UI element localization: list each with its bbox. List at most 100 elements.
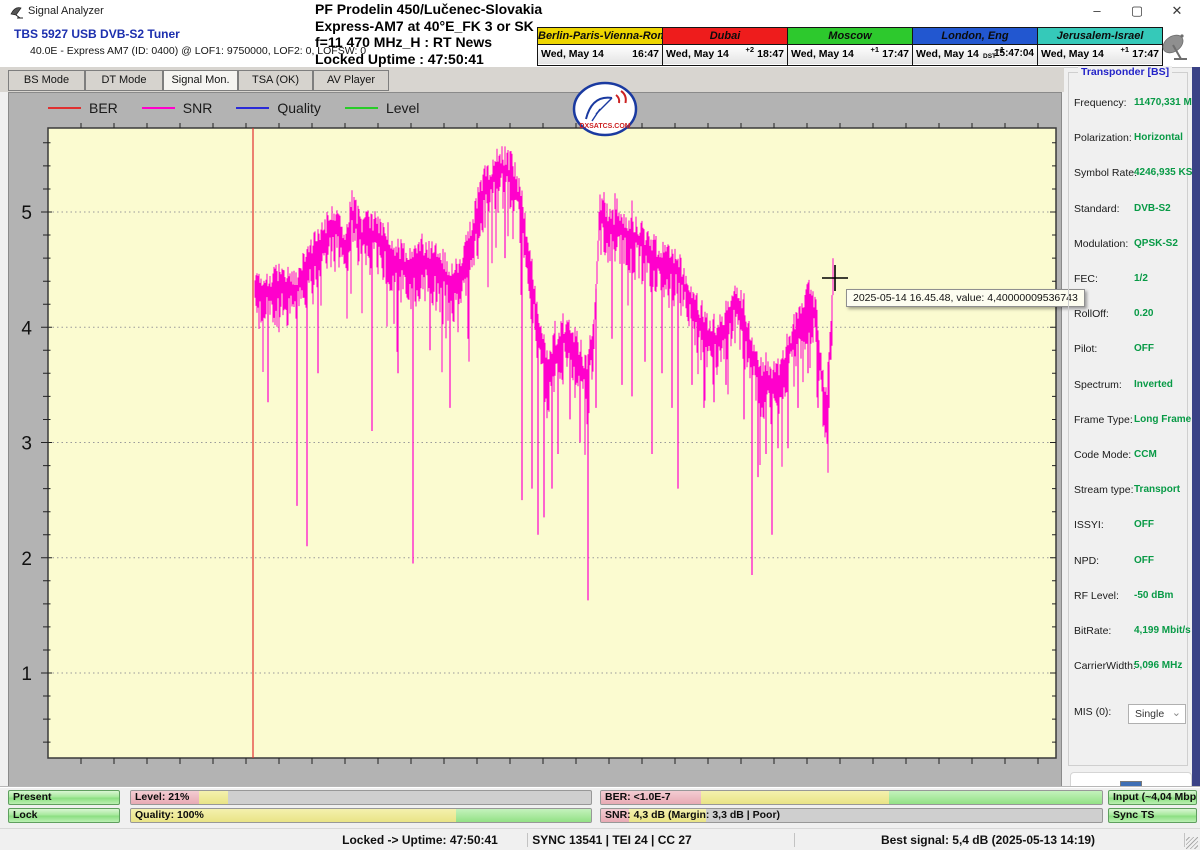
transponder-label-0: Frequency: <box>1074 97 1127 109</box>
title-bar: Signal Analyzer – ▢ ✕ <box>0 0 1200 22</box>
window-title: Signal Analyzer <box>28 5 104 17</box>
clock-jerusalem-israel: Jerusalem-IsraelWed, May 14+117:47 <box>1037 27 1163 66</box>
ber-progressbar: BER: <1.0E-7 <box>600 790 1103 805</box>
signal-analyzer-window: { "window": { "title": "Signal Analyzer"… <box>0 0 1200 850</box>
resize-grip[interactable] <box>1186 837 1198 849</box>
clock-utc-offset: +2 <box>745 45 754 54</box>
clock-time: 15:47:04 <box>994 48 1034 59</box>
legend-swatch <box>345 107 378 109</box>
clock-time: 17:47 <box>1132 48 1159 60</box>
transponder-label-7: Pilot: <box>1074 343 1097 355</box>
status-best-signal: Best signal: 5,4 dB (2025-05-13 14:19) <box>881 833 1095 847</box>
transponder-value-1: Horizontal <box>1134 132 1183 143</box>
clock-city-label: Jerusalem-Israel <box>1038 28 1162 45</box>
transponder-label-9: Frame Type: <box>1074 414 1133 426</box>
clock-city-label: Moscow <box>788 28 912 45</box>
chart-tooltip: 2025-05-14 16.45.48, value: 4,4000000953… <box>846 289 1085 307</box>
transponder-value-16: 5,096 MHz <box>1134 660 1182 671</box>
clock-time: 17:47 <box>882 48 909 60</box>
lock-indicator: Lock <box>8 808 120 823</box>
tab-bs-mode[interactable]: BS Mode <box>8 70 85 91</box>
clock-date: Wed, May 14 <box>791 48 854 60</box>
maximize-button[interactable]: ▢ <box>1120 0 1154 22</box>
transponder-title: Transponder [BS] <box>1078 66 1172 78</box>
legend-item-ber: BER <box>48 100 118 116</box>
transponder-value-9: Long Frame <box>1134 414 1191 425</box>
present-indicator: Present <box>8 790 120 805</box>
minimize-button[interactable]: – <box>1080 0 1114 22</box>
mis-label: MIS (0): <box>1074 706 1111 718</box>
station-info: PF Prodelin 450/Lučenec-Slovakia Express… <box>315 1 542 67</box>
transponder-value-3: DVB-S2 <box>1134 203 1171 214</box>
transponder-label-1: Polarization: <box>1074 132 1132 144</box>
transponder-value-12: OFF <box>1134 519 1154 530</box>
dxsatcs-logo: DXSATCS.COM <box>572 81 638 137</box>
legend-swatch <box>142 107 175 109</box>
legend-label: SNR <box>183 100 213 116</box>
clock-city-label: Berlin-Paris-Vienna-Roma <box>538 28 662 45</box>
clock-time: 16:47 <box>632 48 659 60</box>
clock-time: 18:47 <box>757 48 784 60</box>
station-line-1: PF Prodelin 450/Lučenec-Slovakia <box>315 1 542 18</box>
transponder-label-3: Standard: <box>1074 203 1120 215</box>
status-sync-counters: SYNC 13541 | TEI 24 | CC 27 <box>532 833 691 847</box>
transponder-label-2: Symbol Rate: <box>1074 167 1137 179</box>
quality-label: Quality: 100% <box>135 809 204 822</box>
transponder-label-11: Stream type: <box>1074 484 1134 496</box>
tab-signal-mon-[interactable]: Signal Mon. <box>163 70 238 91</box>
legend-swatch <box>48 107 81 109</box>
clock-london-eng: London, EngWed, May 14DST-115:47:04 <box>912 27 1038 66</box>
mis-selected-value: Single <box>1135 708 1164 720</box>
input-indicator: Input (~4,04 Mbps) <box>1108 790 1197 805</box>
chart-legend: BER SNR Quality Level <box>48 98 443 118</box>
snr-plot-area[interactable]: 12345 <box>48 128 1056 758</box>
legend-item-quality: Quality <box>236 100 321 116</box>
mis-dropdown[interactable]: Single ⌄ <box>1128 704 1186 724</box>
transponder-value-7: OFF <box>1134 343 1154 354</box>
legend-label: BER <box>89 100 118 116</box>
transponder-value-0: 11470,331 MHz <box>1134 97 1200 108</box>
clock-city-label: Dubai <box>663 28 787 45</box>
status-bar: Locked -> Uptime: 47:50:41 SYNC 13541 | … <box>0 828 1200 850</box>
tuner-name: TBS 5927 USB DVB-S2 Tuner <box>14 27 180 41</box>
ber-label: BER: <1.0E-7 <box>605 791 671 804</box>
transponder-value-2: 4246,935 KS/s <box>1134 167 1200 178</box>
level-progressbar: Level: 21% <box>130 790 592 805</box>
clock-city-label: London, Eng <box>913 28 1037 45</box>
tab-dt-mode[interactable]: DT Mode <box>85 70 163 91</box>
clock-date: Wed, May 14 <box>666 48 729 60</box>
clock-dubai: Dubai Wed, May 14 +218:47 <box>662 27 788 66</box>
station-line-3: f=11 470 MHz_H : RT News <box>315 34 542 51</box>
legend-item-level: Level <box>345 100 419 116</box>
transponder-label-15: BitRate: <box>1074 625 1111 637</box>
transponder-label-6: RollOff: <box>1074 308 1109 320</box>
transponder-value-5: 1/2 <box>1134 273 1148 284</box>
tab-av-player[interactable]: AV Player <box>313 70 389 91</box>
legend-label: Level <box>386 100 419 116</box>
transponder-value-4: QPSK-S2 <box>1134 238 1178 249</box>
transponder-value-6: 0.20 <box>1134 308 1153 319</box>
sync-ts-indicator: Sync TS <box>1108 808 1197 823</box>
snr-label: SNR: 4,3 dB (Margin: 3,3 dB | Poor) <box>605 809 780 822</box>
clock-berlin-paris-vienna-roma: Berlin-Paris-Vienna-Roma Wed, May 14 16:47 <box>537 27 663 66</box>
transponder-value-10: CCM <box>1134 449 1157 460</box>
dxsatcs-logo-text: DXSATCS.COM <box>579 123 630 130</box>
station-line-2: Express-AM7 at 40°E_FK 3 or SK <box>315 18 542 35</box>
svg-text:3: 3 <box>21 434 32 455</box>
snr-progressbar: SNR: 4,3 dB (Margin: 3,3 dB | Poor) <box>600 808 1103 823</box>
transponder-label-14: RF Level: <box>1074 590 1119 602</box>
legend-label: Quality <box>277 100 321 116</box>
legend-swatch <box>236 107 269 109</box>
svg-text:4: 4 <box>21 318 32 339</box>
status-uptime: Locked -> Uptime: 47:50:41 <box>342 833 498 847</box>
chevron-down-icon: ⌄ <box>1172 706 1181 719</box>
transponder-value-15: 4,199 Mbit/s <box>1134 625 1191 636</box>
tab-tsa-ok-[interactable]: TSA (OK) <box>238 70 313 91</box>
quality-progressbar: Quality: 100% <box>130 808 592 823</box>
window-edge-strip <box>1192 67 1200 828</box>
clock-date: Wed, May 14 <box>541 48 604 60</box>
transponder-value-13: OFF <box>1134 555 1154 566</box>
svg-text:1: 1 <box>21 664 32 685</box>
close-button[interactable]: ✕ <box>1160 0 1194 22</box>
svg-text:2: 2 <box>21 549 32 570</box>
